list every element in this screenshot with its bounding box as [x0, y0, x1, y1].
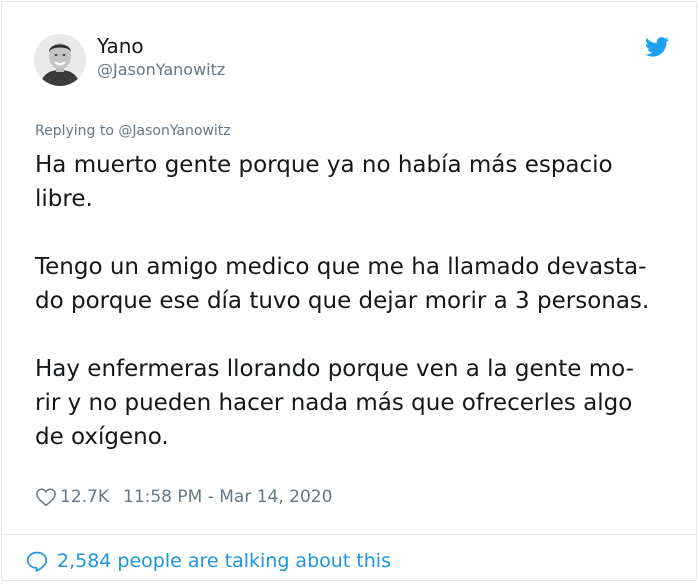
heart-icon[interactable]	[35, 486, 57, 508]
tweet-text: Ha muerto gente porque ya no había más e…	[35, 148, 695, 488]
tweet-timestamp[interactable]: 11:58 PM - Mar 14, 2020	[123, 486, 332, 508]
tweet-paragraph: Tengo un amigo medico que me ha llamado …	[35, 254, 650, 314]
tweet-card: Yano @JasonYanowitz Replying to @JasonYa…	[1, 1, 697, 581]
tweet-paragraph: Ha muerto gente porque ya no había más e…	[35, 152, 613, 212]
divider	[3, 534, 697, 535]
replying-to-label: Replying to @JasonYanowitz	[35, 123, 231, 139]
conversation-count-label[interactable]: 2,584 people are talking about this	[57, 549, 391, 573]
avatar[interactable]	[34, 34, 86, 86]
avatar-image	[34, 34, 86, 86]
author-handle[interactable]: @JasonYanowitz	[97, 60, 225, 80]
tweet-paragraph: Hay enfermeras llorando porque ven a la …	[35, 356, 634, 450]
twitter-bird-icon[interactable]	[645, 37, 669, 57]
like-count[interactable]: 12.7K	[60, 486, 109, 508]
conversation-link[interactable]: 2,584 people are talking about this	[25, 549, 391, 573]
speech-bubble-icon	[25, 549, 49, 573]
author-display-name[interactable]: Yano	[97, 34, 144, 58]
tweet-meta: 12.7K 11:58 PM - Mar 14, 2020	[35, 486, 332, 508]
